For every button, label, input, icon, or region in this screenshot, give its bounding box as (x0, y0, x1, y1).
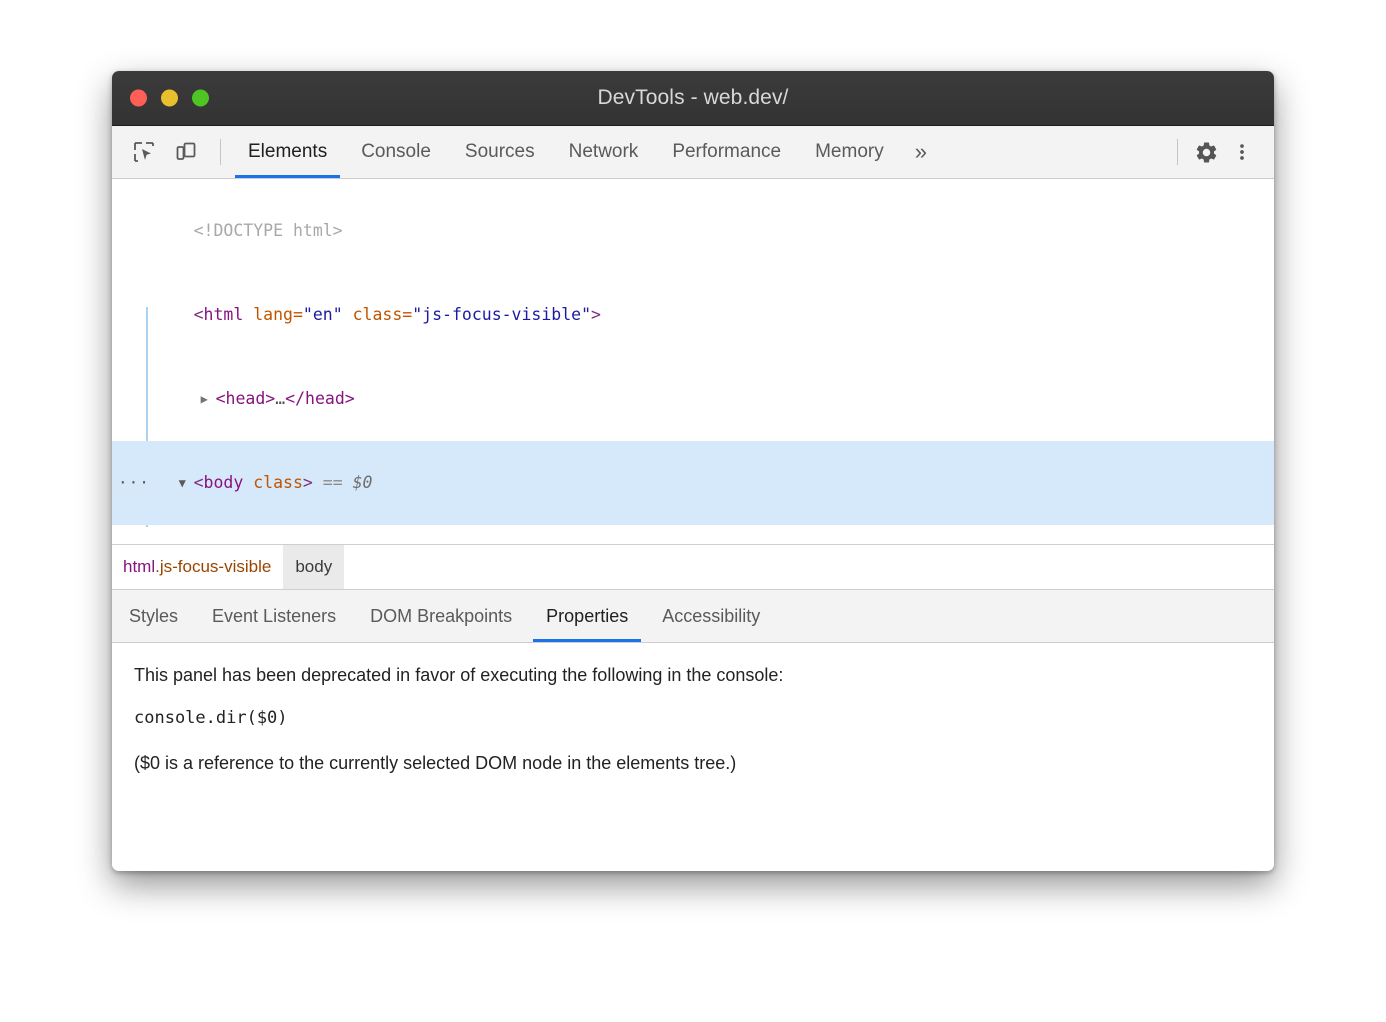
tab-memory-label: Memory (815, 141, 884, 163)
tab-performance[interactable]: Performance (655, 126, 798, 178)
tab-console-label: Console (361, 141, 431, 163)
kebab-menu-icon[interactable] (1224, 134, 1260, 170)
head-open-tag: <head> (216, 389, 276, 408)
more-tabs-label: » (915, 139, 927, 165)
tree-node-html-open[interactable]: <html lang="en" class="js-focus-visible"… (112, 273, 1274, 357)
tab-dom-breakpoints-label: DOM Breakpoints (370, 606, 512, 627)
html-open-tag: html (204, 305, 244, 324)
tab-console[interactable]: Console (344, 126, 448, 178)
tab-properties[interactable]: Properties (529, 590, 645, 642)
window-title: DevTools - web.dev/ (112, 86, 1274, 110)
html-open-gt: > (591, 305, 601, 324)
toolbar-divider-right (1177, 139, 1178, 165)
doctype-text: <!DOCTYPE html> (194, 221, 343, 240)
toolbar-divider (220, 139, 221, 165)
tab-accessibility[interactable]: Accessibility (645, 590, 777, 642)
tab-elements[interactable]: Elements (231, 126, 344, 178)
properties-pane: This panel has been deprecated in favor … (112, 643, 1274, 871)
tab-event-listeners-label: Event Listeners (212, 606, 336, 627)
more-tabs-icon[interactable]: » (901, 126, 941, 178)
tab-accessibility-label: Accessibility (662, 606, 760, 627)
close-window-button[interactable] (130, 90, 147, 107)
dom-tree-panel[interactable]: <!DOCTYPE html> <html lang="en" class="j… (112, 179, 1274, 545)
body-selector-ref: $0 (353, 473, 373, 492)
collapse-triangle-icon[interactable]: ▼ (179, 469, 192, 497)
window-titlebar: DevTools - web.dev/ (112, 71, 1274, 126)
inspect-element-icon[interactable] (126, 134, 162, 170)
tree-node-doctype[interactable]: <!DOCTYPE html> (112, 189, 1274, 273)
device-toolbar-glyph (174, 140, 198, 164)
html-attr-lang-name: lang (253, 305, 293, 324)
html-attr-lang-value: "en" (303, 305, 343, 324)
breadcrumb-item-html[interactable]: html.js-focus-visible (112, 545, 283, 589)
toolbar-right-icons (1167, 126, 1274, 178)
toolbar-left-icons (112, 126, 231, 178)
breadcrumb-html-tag: html (123, 557, 155, 577)
devtools-window: DevTools - web.dev/ Elements Console Sou… (112, 71, 1274, 871)
tab-event-listeners[interactable]: Event Listeners (195, 590, 353, 642)
tab-network-label: Network (569, 141, 639, 163)
zoom-window-button[interactable] (192, 90, 209, 107)
panel-tabs: Elements Console Sources Network Perform… (231, 126, 941, 178)
traffic-lights (130, 90, 209, 107)
device-toolbar-icon[interactable] (168, 134, 204, 170)
minimize-window-button[interactable] (161, 90, 178, 107)
head-ellipsis: … (275, 389, 285, 408)
body-eqeq: == (323, 473, 343, 492)
expand-triangle-icon[interactable]: ▶ (201, 385, 214, 413)
breadcrumb: html.js-focus-visible body (112, 545, 1274, 590)
tab-styles[interactable]: Styles (112, 590, 195, 642)
tab-network[interactable]: Network (552, 126, 656, 178)
deprecation-message: This panel has been deprecated in favor … (134, 665, 1252, 686)
inspect-element-glyph (132, 140, 156, 164)
node-badge-dots[interactable]: ··· (118, 469, 150, 497)
tab-elements-label: Elements (248, 141, 327, 163)
tree-node-web-snackbar-container[interactable]: ▶<web-snackbar-container>…</web-snackbar… (112, 525, 1274, 545)
tab-performance-label: Performance (672, 141, 781, 163)
tab-memory[interactable]: Memory (798, 126, 901, 178)
breadcrumb-item-body[interactable]: body (283, 545, 344, 589)
tab-styles-label: Styles (129, 606, 178, 627)
console-code-snippet: console.dir($0) (134, 708, 1252, 728)
head-close-tag: </head> (285, 389, 355, 408)
body-open-gt: > (303, 473, 313, 492)
tab-sources[interactable]: Sources (448, 126, 552, 178)
html-open-lt: < (194, 305, 204, 324)
body-open-tag: body (204, 473, 244, 492)
body-attr-class: class (253, 473, 303, 492)
body-open-lt: < (194, 473, 204, 492)
tree-node-body-selected[interactable]: ··· ▼<body class> == $0 (112, 441, 1274, 525)
sidebar-pane-tabs: Styles Event Listeners DOM Breakpoints P… (112, 590, 1274, 643)
html-attr-class-value: "js-focus-visible" (412, 305, 591, 324)
gear-icon[interactable] (1188, 134, 1224, 170)
tab-properties-label: Properties (546, 606, 628, 627)
tab-dom-breakpoints[interactable]: DOM Breakpoints (353, 590, 529, 642)
devtools-main-toolbar: Elements Console Sources Network Perform… (112, 126, 1274, 179)
selector-footnote: ($0 is a reference to the currently sele… (134, 753, 1252, 774)
tab-sources-label: Sources (465, 141, 535, 163)
kebab-menu-glyph (1231, 141, 1253, 163)
breadcrumb-html-class: .js-focus-visible (155, 557, 271, 577)
breadcrumb-body-tag: body (295, 557, 332, 577)
tree-node-head[interactable]: ▶<head>…</head> (112, 357, 1274, 441)
gear-glyph (1194, 140, 1219, 165)
html-attr-class-name: class (353, 305, 403, 324)
